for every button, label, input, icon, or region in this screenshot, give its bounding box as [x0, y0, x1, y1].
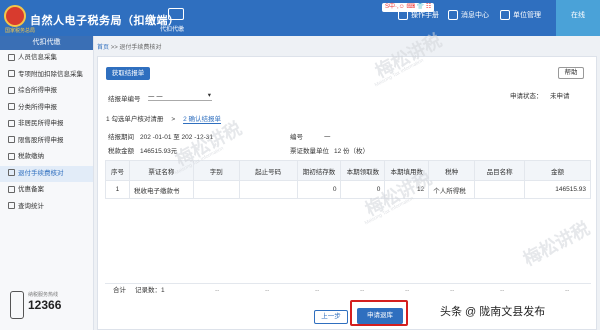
sidebar-item-query-stats[interactable]: 查询统计	[0, 199, 93, 216]
manual-button[interactable]: 操作手册	[398, 10, 439, 21]
no-value: 一	[324, 134, 331, 141]
message-center-button[interactable]: 消息中心	[448, 10, 489, 21]
step-1-tab[interactable]: 1 勾选单户核对清册	[106, 113, 163, 123]
col-number-range: 起止号码	[238, 160, 298, 181]
top-center-label[interactable]: 代扣代缴	[160, 24, 184, 33]
placeholder: --	[360, 287, 365, 294]
table-row[interactable]: 1 税收电子缴款书 0 0 12 个人所得税 146515.93	[105, 180, 591, 199]
manual-label: 操作手册	[411, 12, 439, 19]
voucher-table: 序号 票证名称 字别 起止号码 期初结存数 本期领取数 本期填用数 税种 品目名…	[105, 160, 591, 199]
person-icon	[8, 53, 15, 61]
check-icon	[8, 169, 15, 177]
unit-count-value: 12 份（枚）	[334, 148, 370, 155]
col-item-name: 品目名称	[474, 160, 525, 181]
sidebar-item-nonresident[interactable]: 非居民所得申报	[0, 116, 93, 133]
step-tabs: 1 勾选单户核对清册 > 2 确认结报单	[106, 113, 227, 125]
placeholder: --	[315, 287, 320, 294]
online-label: 在线	[571, 12, 585, 19]
cell-type	[192, 180, 240, 199]
sidebar-item-comprehensive-income[interactable]: 综合所得申报	[0, 83, 93, 100]
breadcrumb-current: 退付手续费核对	[119, 45, 162, 51]
report-no-value: 一 一	[148, 94, 163, 101]
logo-text: 国家税务总局	[5, 28, 36, 34]
online-button[interactable]: 在线	[556, 0, 600, 36]
folder-icon	[8, 185, 15, 193]
unit-manage-button[interactable]: 单位管理	[500, 10, 541, 21]
doc-icon	[8, 136, 15, 144]
col-opening: 期初结存数	[296, 160, 342, 181]
source-credit: 头条 @ 陇南文县发布	[440, 306, 546, 318]
doc-icon	[8, 103, 15, 111]
sidebar-header: 代扣代缴	[0, 36, 93, 50]
placeholder: --	[265, 287, 270, 294]
withholding-icon[interactable]	[168, 8, 184, 20]
doc-icon	[8, 86, 15, 94]
breadcrumb-home[interactable]: 首页	[97, 45, 109, 51]
top-bar: 国家税务总局 自然人电子税务局（扣缴端） 代扣代缴 S中·,☺ ⌨ 👕 ☷ 操作…	[0, 0, 600, 36]
mail-icon	[448, 10, 458, 21]
building-icon	[500, 10, 510, 21]
step-2-tab[interactable]: 2 确认结报单	[183, 113, 222, 124]
report-no-select[interactable]: 一 一 ▾	[148, 91, 212, 101]
sidebar-item-tax-payment[interactable]: 税款缴纳	[0, 149, 93, 166]
status-value: 未申请	[550, 93, 570, 100]
breadcrumb: 首页 >> 退付手续费核对	[97, 43, 552, 54]
total-label: 合计	[113, 287, 126, 294]
status-label: 申请状态：	[510, 93, 543, 100]
placeholder: --	[565, 287, 570, 294]
cell-number-range	[238, 180, 298, 199]
unit-count-label: 票证数量单位	[290, 148, 329, 155]
placeholder: --	[215, 287, 220, 294]
no-label: 编号	[290, 134, 303, 141]
unit-label: 单位管理	[513, 12, 541, 19]
doc-icon	[8, 119, 15, 127]
chart-icon	[8, 202, 15, 210]
message-label: 消息中心	[461, 12, 489, 19]
period-label: 结报期间	[108, 134, 134, 141]
book-icon	[398, 10, 408, 21]
col-amount: 金额	[524, 160, 591, 181]
sidebar-item-preferential-filing[interactable]: 优惠备案	[0, 182, 93, 199]
highlight-box	[350, 300, 408, 326]
phone-icon	[10, 291, 24, 319]
cell-tax-type: 个人所得税	[428, 180, 476, 199]
help-button[interactable]: 帮助	[558, 67, 584, 79]
col-received: 本期领取数	[340, 160, 386, 181]
table-footer: 合计 记录数：1 -- -- -- -- -- -- -- --	[105, 283, 591, 297]
get-result-button[interactable]: 获取结报单	[106, 67, 150, 80]
sidebar-item-restricted-stock[interactable]: 限售股所得申报	[0, 133, 93, 150]
report-no-label: 结报单编号	[108, 96, 141, 103]
placeholder: --	[450, 287, 455, 294]
sidebar: 代扣代缴 人员信息采集 专项附加扣除信息采集 综合所得申报 分类所得申报 非居民…	[0, 36, 94, 330]
col-index: 序号	[105, 160, 130, 181]
prev-step-button[interactable]: 上一步	[314, 310, 348, 324]
app-title: 自然人电子税务局（扣缴端）	[30, 15, 180, 27]
cell-amount: 146515.93	[524, 180, 591, 199]
cell-voucher-name: 税收电子缴款书	[128, 180, 194, 199]
tax-emblem-logo	[4, 5, 26, 27]
tax-amount-label: 税款金额	[108, 148, 134, 155]
hotline-block: 纳税服务热线 12366	[6, 291, 91, 319]
main-panel: 获取结报单 帮助 申请状态： 未申请 结报单编号 一 一 ▾ 1 勾选单户核对清…	[97, 56, 597, 330]
placeholder: --	[405, 287, 410, 294]
list-icon	[8, 70, 15, 78]
cell-opening: 0	[296, 180, 342, 199]
record-count: 记录数：1	[135, 287, 165, 294]
col-tax-type: 税种	[428, 160, 476, 181]
sidebar-item-person-info[interactable]: 人员信息采集	[0, 50, 93, 67]
chevron-down-icon: ▾	[207, 92, 211, 99]
breadcrumb-sep: >>	[110, 45, 118, 51]
sidebar-item-classified-income[interactable]: 分类所得申报	[0, 100, 93, 117]
sidebar-item-fee-check[interactable]: 退付手续费核对	[0, 165, 93, 182]
placeholder: --	[500, 287, 505, 294]
cell-item-name	[474, 180, 525, 199]
step-sep: >	[171, 116, 176, 123]
wallet-icon	[8, 152, 15, 160]
sidebar-item-special-deduction[interactable]: 专项附加扣除信息采集	[0, 67, 93, 84]
cell-index: 1	[105, 180, 130, 199]
